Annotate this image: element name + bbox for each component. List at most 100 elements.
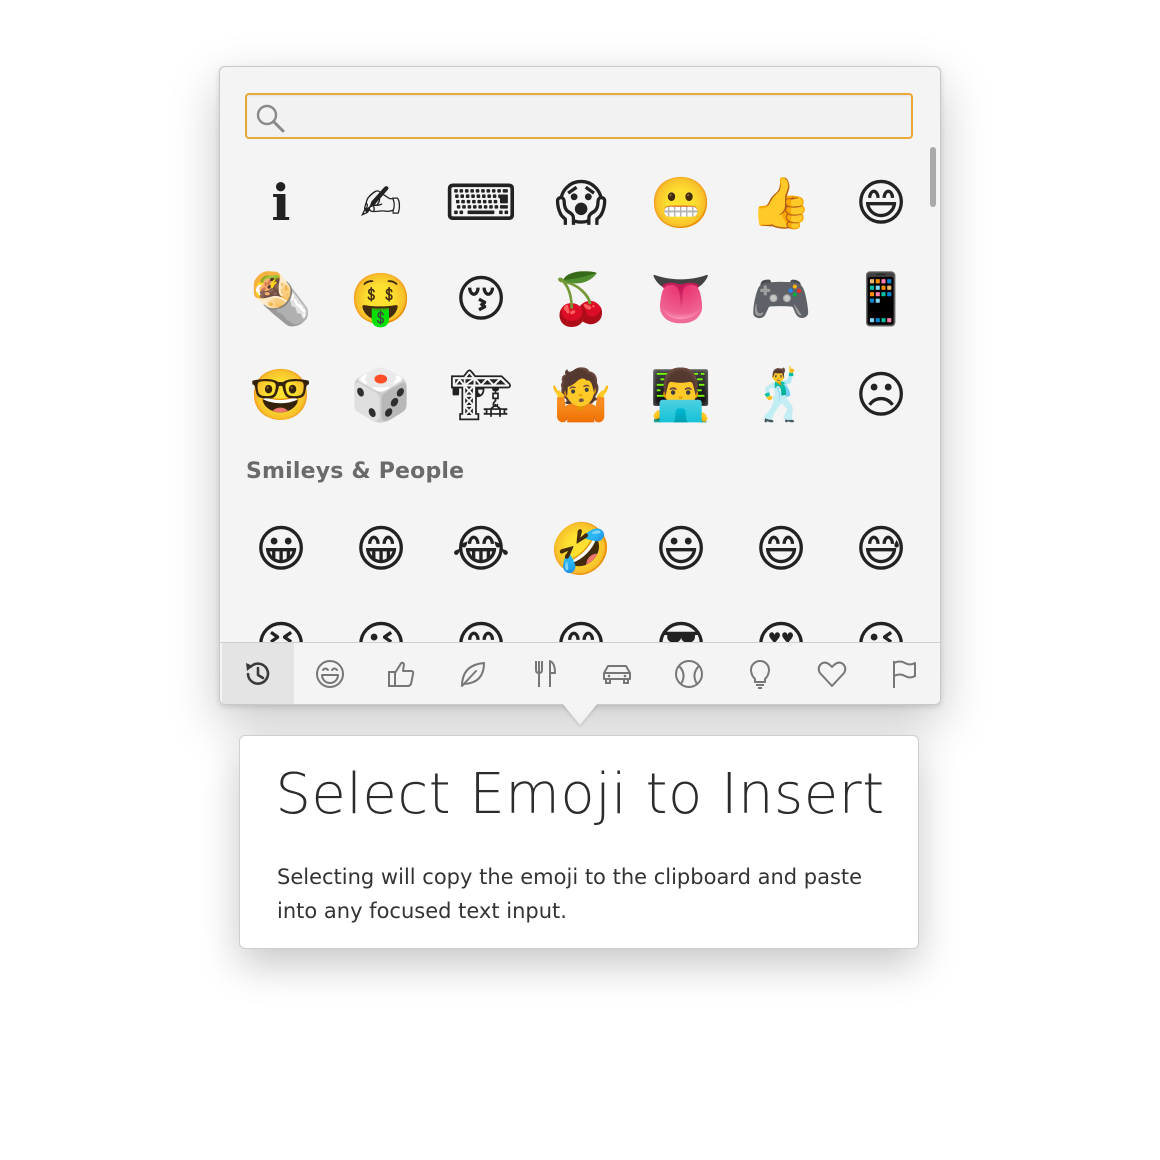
emoji-glyph: 📱 [849,270,913,328]
emoji-scroll-area[interactable]: ℹ ✍ ⌨ 😱 😬 👍 😄 🌯 🤑 😚 🍒 👅 🎮 📱 🤓 🎲 [220,147,940,642]
category-tab-flags[interactable] [868,643,940,704]
emoji-glyph: 😉 [355,620,407,642]
smileys-row-1: 😀 😁 😂 🤣 😃 😄 😅 [231,501,931,597]
info-description: Selecting will copy the emoji to the cli… [277,865,863,923]
car-icon [602,664,631,684]
emoji-button[interactable]: 😬 [631,155,731,251]
emoji-button[interactable]: 😱 [531,155,631,251]
smileys-row-2: 😆 😉 😊 😋 😎 😍 😘 [231,597,931,642]
emoji-glyph: 😍 [755,620,807,642]
section-title: Smileys & People [246,459,465,484]
lightbulb-icon [750,659,771,689]
emoji-glyph: 😎 [655,620,707,642]
emoji-glyph: ⌨ [444,174,518,232]
search-input[interactable] [293,99,907,135]
emoji-button[interactable]: ⌨ [431,155,531,251]
emoji-button[interactable]: 🏗 [431,347,531,443]
smiley-icon [315,659,344,688]
emoji-button[interactable]: 😃 [631,501,731,597]
history-icon [245,661,270,685]
emoji-glyph: 👍 [749,174,813,232]
info-title: Select Emoji to Insert [275,762,885,827]
search-icon [256,104,285,133]
recent-row-3: 🤓 🎲 🏗 🤷 👨‍💻 🕺 ☹ [231,347,931,443]
emoji-button[interactable]: 😍 [731,597,831,642]
emoji-glyph: 🤣 [549,520,613,578]
emoji-glyph: 😂 [451,520,511,578]
ball-icon [674,659,703,688]
popover-arrow [562,703,598,725]
category-tab-symbols[interactable] [796,643,868,704]
category-tab-recent[interactable] [222,643,294,704]
emoji-button[interactable]: 😀 [231,501,331,597]
category-tab-travel[interactable] [581,643,653,704]
emoji-glyph: ☹ [854,366,908,424]
emoji-button[interactable]: 😄 [731,501,831,597]
emoji-glyph: 😅 [854,520,908,578]
category-toolbar [220,642,940,704]
emoji-button[interactable]: 😅 [831,501,931,597]
emoji-button[interactable]: 🤑 [331,251,431,347]
emoji-button[interactable]: 🎲 [331,347,431,443]
emoji-glyph: 🍒 [549,270,613,328]
emoji-glyph: 😆 [255,620,307,642]
emoji-glyph: 😘 [855,620,907,642]
emoji-button[interactable]: ☹ [831,347,931,443]
emoji-glyph: 👅 [649,270,713,328]
emoji-glyph: 😀 [254,520,308,578]
category-tab-activities[interactable] [653,643,725,704]
emoji-button[interactable]: ✍ [331,155,431,251]
emoji-button[interactable]: 😘 [831,597,931,642]
fork-knife-icon [535,659,557,687]
emoji-glyph: 😄 [854,174,908,232]
category-tab-smileys[interactable] [294,643,366,704]
emoji-button[interactable]: 😚 [431,251,531,347]
emoji-button[interactable]: 🤣 [531,501,631,597]
scrollbar-thumb[interactable] [930,147,936,207]
emoji-button[interactable]: 🕺 [731,347,831,443]
emoji-picker: ℹ ✍ ⌨ 😱 😬 👍 😄 🌯 🤑 😚 🍒 👅 🎮 📱 🤓 🎲 [219,66,941,705]
leaf-icon [461,661,486,687]
emoji-glyph: 👨‍💻 [649,366,713,424]
emoji-button[interactable]: 👅 [631,251,731,347]
emoji-glyph: 🏗 [449,366,513,424]
emoji-button[interactable]: 🌯 [231,251,331,347]
emoji-button[interactable]: ℹ [231,155,331,251]
emoji-button[interactable]: 🤷 [531,347,631,443]
emoji-button[interactable]: 😆 [231,597,331,642]
emoji-button[interactable]: 🎮 [731,251,831,347]
emoji-glyph: 🤓 [249,366,313,424]
emoji-glyph: 😁 [354,520,408,578]
category-tab-nature[interactable] [437,643,509,704]
emoji-glyph: 😬 [649,174,713,232]
emoji-glyph: 🎮 [749,270,813,328]
emoji-button[interactable]: 🤓 [231,347,331,443]
emoji-button[interactable]: 📱 [831,251,931,347]
emoji-button[interactable]: 😂 [431,501,531,597]
emoji-glyph: 🌯 [249,270,313,328]
emoji-glyph: 😱 [554,174,608,232]
category-tab-objects[interactable] [725,643,797,704]
emoji-button[interactable]: 👨‍💻 [631,347,731,443]
emoji-glyph: ✍ [360,174,402,232]
thumbs-up-icon [388,661,415,687]
emoji-button[interactable]: 😊 [431,597,531,642]
search-box[interactable] [245,93,913,139]
emoji-button[interactable]: 👍 [731,155,831,251]
category-tab-gestures[interactable] [366,643,438,704]
stage: ℹ ✍ ⌨ 😱 😬 👍 😄 🌯 🤑 😚 🍒 👅 🎮 📱 🤓 🎲 [0,0,1160,1160]
emoji-glyph: 😄 [754,520,808,578]
emoji-glyph: 🤷 [549,366,613,424]
heart-icon [818,661,847,687]
category-tab-food[interactable] [509,643,581,704]
emoji-button[interactable]: 😉 [331,597,431,642]
emoji-button[interactable]: 😋 [531,597,631,642]
emoji-glyph: ℹ [271,174,291,232]
emoji-button[interactable]: 😄 [831,155,931,251]
emoji-glyph: 😃 [654,520,708,578]
recent-row-1: ℹ ✍ ⌨ 😱 😬 👍 😄 [231,155,931,251]
emoji-button[interactable]: 🍒 [531,251,631,347]
emoji-button[interactable]: 😎 [631,597,731,642]
emoji-button[interactable]: 😁 [331,501,431,597]
emoji-glyph: 😋 [555,620,607,642]
